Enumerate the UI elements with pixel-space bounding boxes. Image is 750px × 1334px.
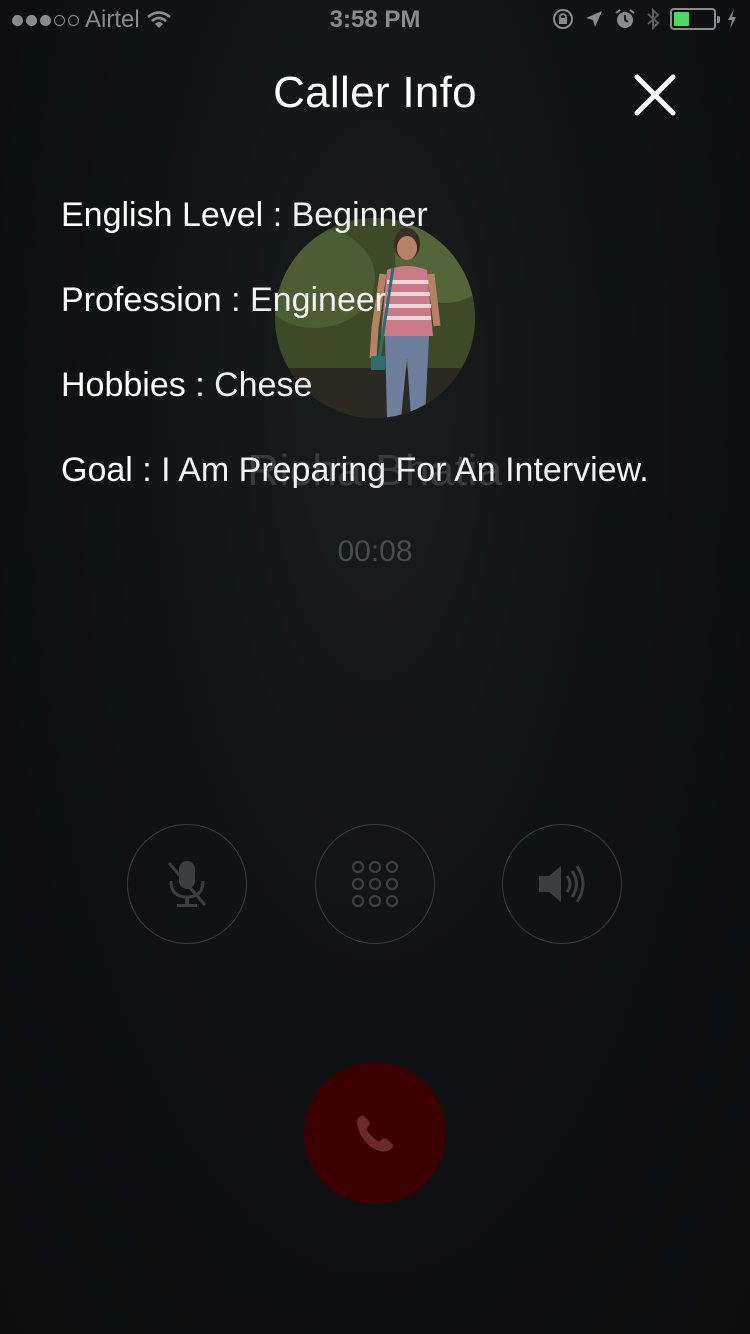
- info-row-profession: Profession : Engineer: [61, 281, 386, 320]
- info-row-hobbies: Hobbies : Chese: [61, 366, 312, 405]
- call-screen: Richa Bhatia 00:08 Airtel 3:58 PM Caller…: [0, 0, 750, 1334]
- info-label: Goal: [61, 451, 133, 489]
- info-label: Hobbies: [61, 366, 186, 404]
- info-value: I Am Preparing For An Interview.: [161, 451, 649, 489]
- info-label: English Level: [61, 196, 264, 234]
- info-separator: :: [221, 281, 250, 319]
- info-row-english-level: English Level : Beginner: [61, 196, 428, 235]
- info-label: Profession: [61, 281, 222, 319]
- close-button[interactable]: [632, 72, 678, 118]
- caller-info-overlay: Caller Info English Level : Beginner Pro…: [0, 0, 750, 1334]
- info-value: Engineer: [249, 281, 387, 319]
- info-separator: :: [263, 196, 292, 234]
- info-value: Beginner: [291, 196, 428, 234]
- info-value: Chese: [214, 366, 313, 404]
- info-separator: :: [185, 366, 215, 404]
- info-separator: :: [132, 451, 162, 489]
- close-icon: [634, 74, 676, 116]
- info-row-goal: Goal : I Am Preparing For An Interview.: [61, 451, 649, 490]
